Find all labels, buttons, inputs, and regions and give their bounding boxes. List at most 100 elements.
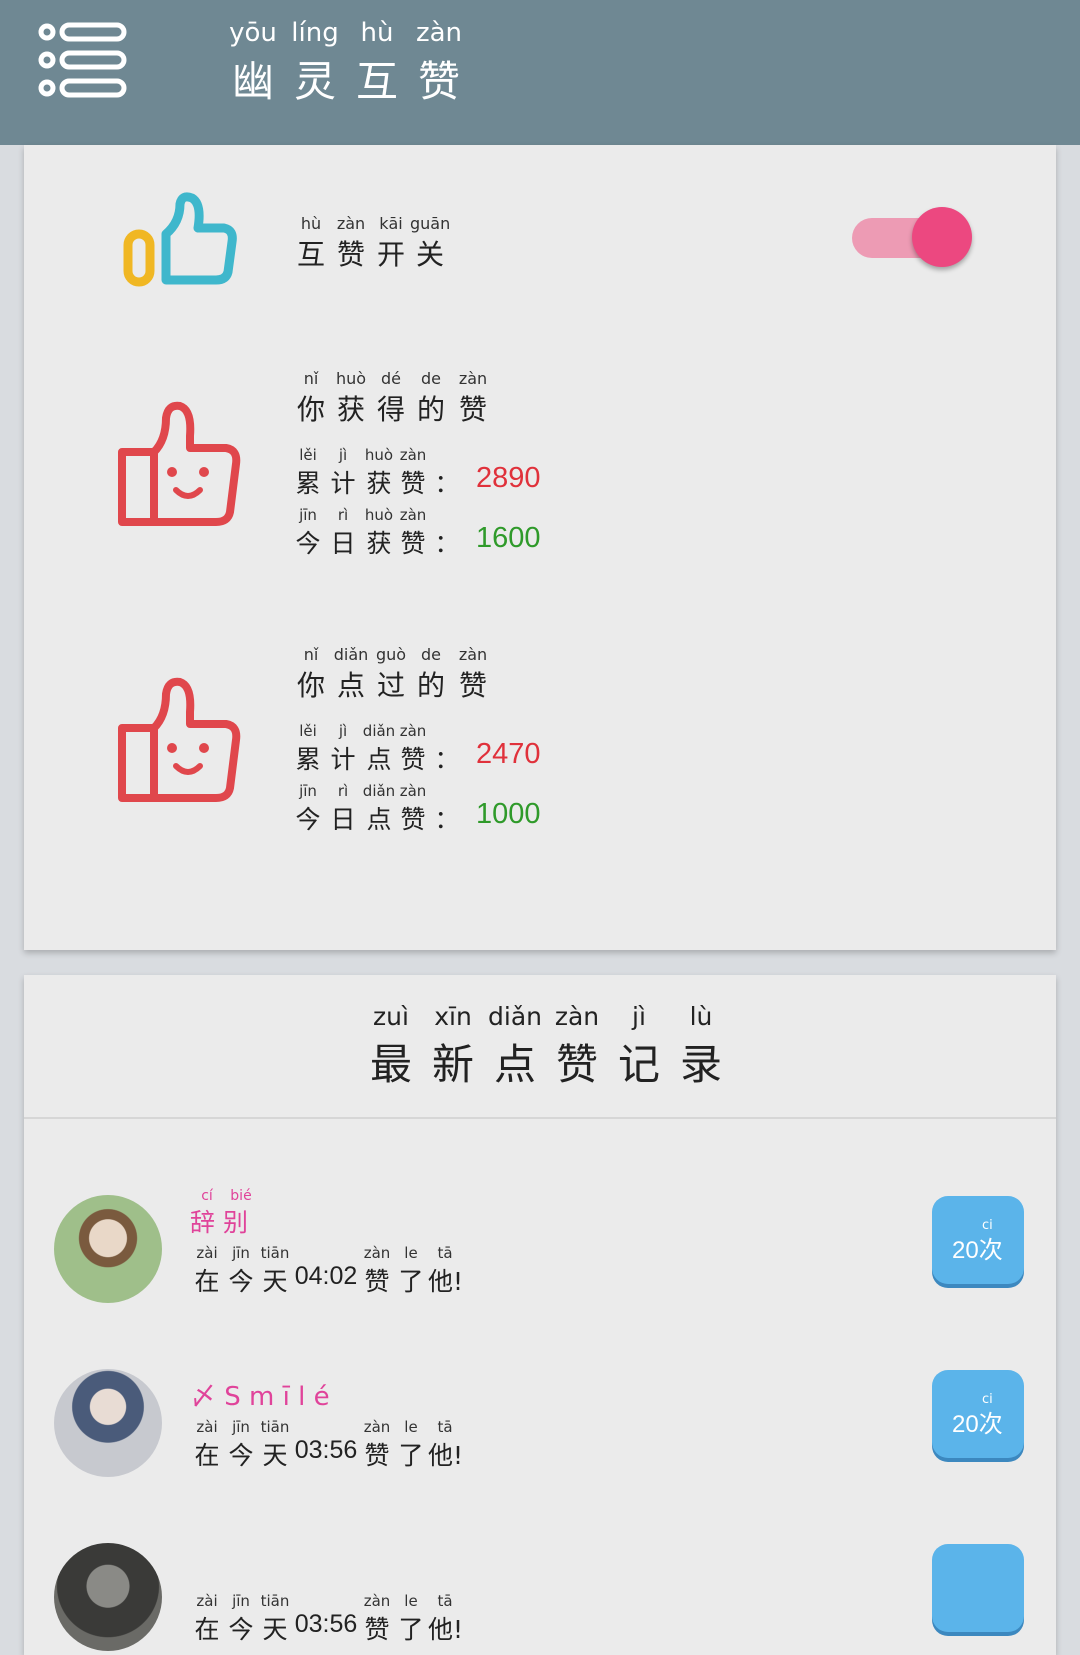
pinyin: rì	[337, 506, 349, 524]
label-char: 日	[330, 529, 356, 558]
label-char: ：	[434, 805, 460, 834]
label-char: ：	[434, 529, 460, 558]
received-title: nǐ huò dé de zàn 你 获 得 的 赞	[292, 369, 494, 428]
pinyin: tā	[437, 1418, 453, 1436]
title-char: 赞	[458, 393, 487, 426]
title-char: 记	[617, 1040, 660, 1089]
label-char: ：	[434, 745, 460, 774]
label-char: ：	[434, 469, 460, 498]
name-pinyin: cí bié	[190, 1188, 258, 1204]
line-char: 了	[398, 1615, 424, 1644]
line-char: 赞	[364, 1615, 390, 1644]
divider	[24, 1117, 1056, 1119]
pinyin: zàn	[554, 1002, 600, 1031]
pinyin: zàn	[399, 446, 427, 464]
label-char: 开	[376, 238, 405, 271]
pinyin	[292, 1592, 360, 1610]
toggle-knob[interactable]	[912, 207, 972, 267]
pinyin: xīn	[434, 1002, 472, 1031]
line-char: 今	[228, 1267, 254, 1296]
line-char: 今	[228, 1615, 254, 1644]
pinyin: jīn	[232, 1418, 250, 1436]
like-count-badge[interactable]: ci 20次	[932, 1196, 1024, 1284]
like-count-badge[interactable]: ci 20次	[932, 1370, 1024, 1458]
title-char: 录	[679, 1040, 722, 1089]
label-char: 赞	[400, 529, 426, 558]
title-pinyin: líng	[291, 18, 339, 48]
pinyin: diǎn	[488, 1002, 542, 1031]
pinyin: jīn	[232, 1244, 250, 1262]
line-char: 在	[194, 1267, 220, 1296]
title-char: 点	[336, 669, 365, 702]
label-char: 赞	[336, 238, 365, 271]
like-time-line: zài jīn tiān zàn le tā 在 今 天 03:56 赞 了 他…	[190, 1418, 463, 1472]
given-total-value: 2470	[476, 738, 541, 770]
like-time: 04:02	[294, 1262, 358, 1290]
pinyin: zàn	[458, 369, 488, 388]
label-char: 获	[366, 529, 392, 558]
label-char: 累	[295, 469, 321, 498]
pinyin: tiān	[260, 1418, 290, 1436]
pinyin: cí	[201, 1188, 213, 1204]
pinyin: zàn	[363, 1592, 391, 1610]
pinyin: zàn	[399, 722, 427, 740]
received-today-value: 1600	[476, 522, 541, 554]
label-char: 互	[296, 238, 325, 271]
title-char: 你	[296, 669, 325, 702]
received-total-label: lěi jì huò zàn 累 计 获 赞 ：	[292, 446, 464, 500]
pinyin: zài	[196, 1418, 218, 1436]
received-today-label: jīn rì huò zàn 今 日 获 赞 ：	[292, 506, 464, 560]
given-today-value: 1000	[476, 798, 541, 830]
pinyin: zàn	[458, 645, 488, 664]
thumbs-up-switch-icon	[123, 192, 237, 287]
label-char: 关	[415, 238, 444, 271]
title-pinyin: yōu	[229, 18, 277, 48]
pinyin: jì	[338, 722, 348, 740]
pinyin: diǎn	[333, 645, 369, 664]
like-time: 03:56	[294, 1436, 358, 1464]
pinyin: diǎn	[362, 722, 396, 740]
badge-count: 20次	[952, 1237, 1003, 1264]
pinyin	[292, 1244, 360, 1262]
badge-count: 20次	[952, 1411, 1003, 1438]
like-time-line: zài jīn tiān zàn le tā 在 今 天 04:02 赞 了 他…	[190, 1244, 463, 1298]
label-char: 今	[295, 805, 321, 834]
pinyin: zài	[196, 1592, 218, 1610]
pinyin: de	[421, 369, 441, 388]
given-title: nǐ diǎn guò de zàn 你 点 过 的 赞	[292, 645, 494, 704]
label-char: 日	[330, 805, 356, 834]
label-char: 获	[366, 469, 392, 498]
given-today-label: jīn rì diǎn zàn 今 日 点 赞 ：	[292, 782, 464, 836]
menu-icon[interactable]	[38, 22, 128, 98]
pinyin: zài	[196, 1244, 218, 1262]
line-char: 天	[262, 1267, 288, 1296]
pinyin: nǐ	[303, 369, 319, 388]
pinyin: kāi	[379, 214, 403, 233]
line-char: 在	[194, 1615, 220, 1644]
label-char: 计	[330, 469, 356, 498]
like-time-line: zài jīn tiān zàn le tā 在 今 天 03:56 赞 了 他…	[190, 1592, 463, 1646]
avatar[interactable]	[54, 1543, 162, 1651]
records-title: zuì xīn diǎn zàn jì lù 最 新 点 赞 记 录	[360, 1002, 732, 1092]
given-total-label: lěi jì diǎn zàn 累 计 点 赞 ：	[292, 722, 464, 776]
pinyin: bié	[230, 1188, 252, 1204]
pinyin: rì	[337, 782, 349, 800]
pinyin: jīn	[232, 1592, 250, 1610]
user-name: 〆 S m ī l é	[190, 1382, 330, 1412]
title-char: 的	[416, 669, 445, 702]
pinyin: jì	[632, 1002, 646, 1031]
label-char: 今	[295, 529, 321, 558]
pinyin: le	[404, 1592, 418, 1610]
avatar[interactable]	[54, 1195, 162, 1303]
label-char: 点	[366, 805, 392, 834]
pinyin: zàn	[336, 214, 366, 233]
pinyin: lěi	[299, 722, 317, 740]
label-char: 赞	[400, 469, 426, 498]
pinyin: jì	[338, 446, 348, 464]
like-count-badge[interactable]	[932, 1544, 1024, 1632]
switch-label: hù zàn kāi guān 互 赞 开 关	[292, 214, 450, 273]
title-char: 点	[493, 1040, 536, 1089]
pinyin: zàn	[399, 506, 427, 524]
avatar[interactable]	[54, 1369, 162, 1477]
pinyin: tā	[437, 1244, 453, 1262]
